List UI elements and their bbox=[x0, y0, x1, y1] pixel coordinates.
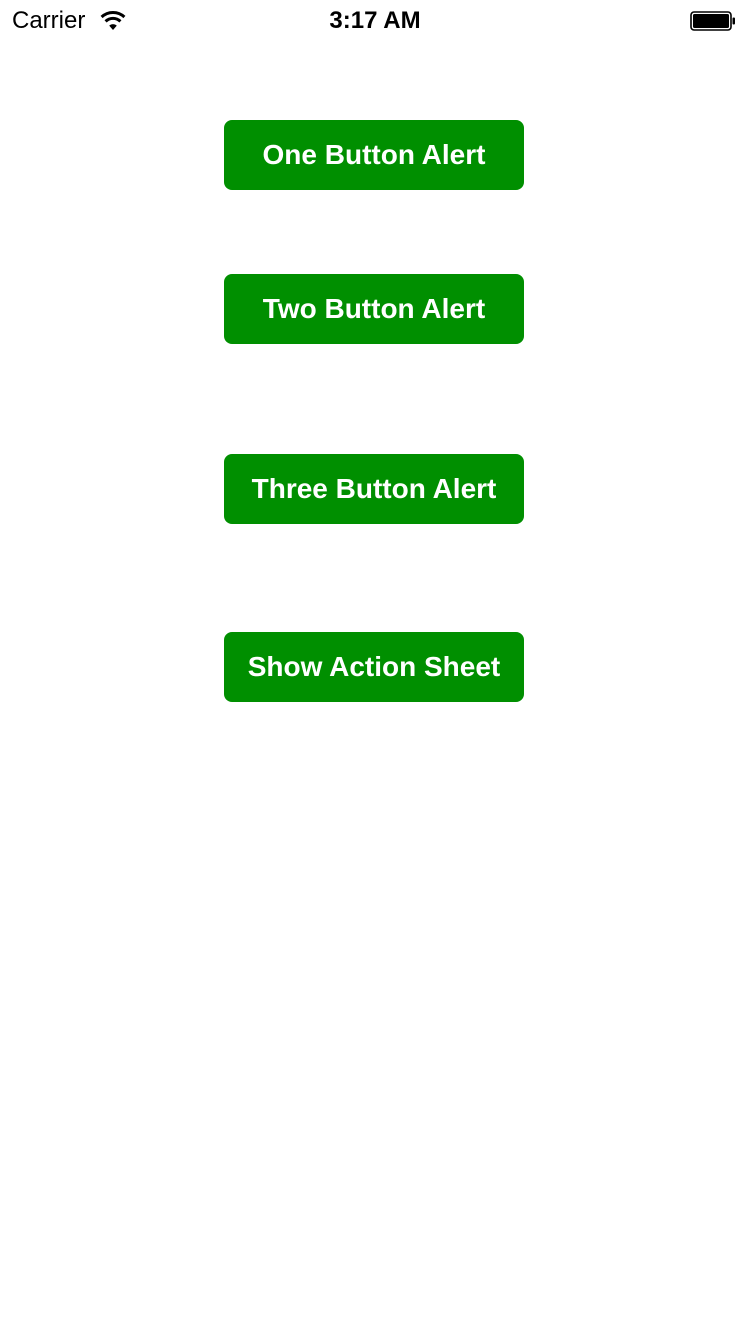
two-button-alert-button[interactable]: Two Button Alert bbox=[224, 274, 524, 344]
status-time: 3:17 AM bbox=[329, 7, 421, 34]
one-button-alert-button[interactable]: One Button Alert bbox=[224, 120, 524, 190]
show-action-sheet-button[interactable]: Show Action Sheet bbox=[224, 632, 524, 702]
three-button-alert-button[interactable]: Three Button Alert bbox=[224, 454, 524, 524]
app-screen: Carrier 3:17 AM One Button Alert Two But… bbox=[0, 0, 750, 1334]
status-bar: Carrier 3:17 AM bbox=[0, 0, 750, 40]
battery-icon bbox=[690, 11, 735, 31]
